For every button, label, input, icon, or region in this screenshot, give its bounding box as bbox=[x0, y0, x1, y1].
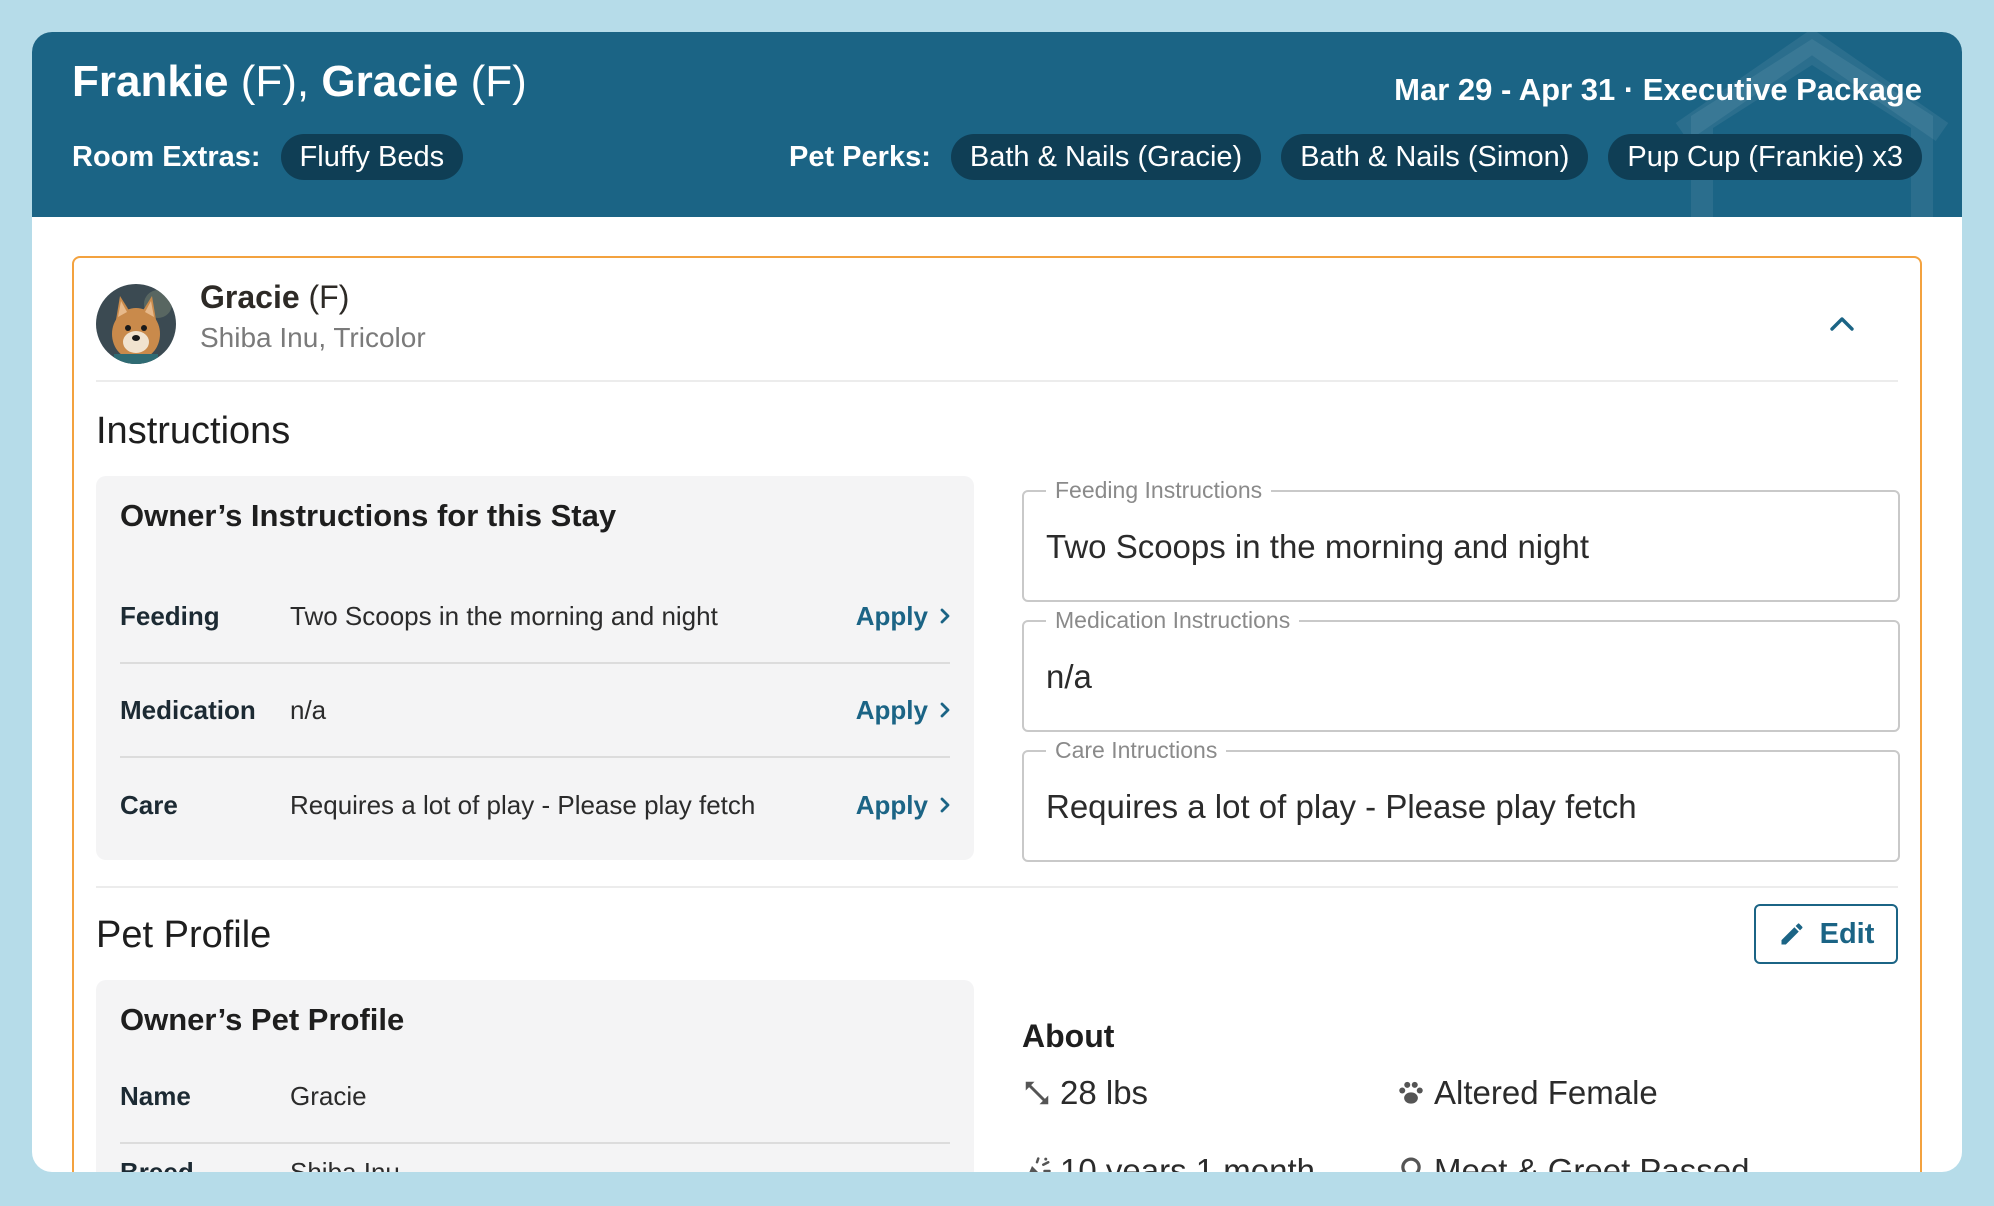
paw-icon bbox=[1399, 1081, 1423, 1104]
pet-profile-title: Pet Profile bbox=[96, 914, 272, 956]
instruction-row-medication: Medication n/a Apply bbox=[120, 664, 950, 758]
room-extras: Room Extras: Fluffy Beds bbox=[72, 134, 464, 180]
pet-card: Gracie (F) Shiba Inu, Tricolor Instructi… bbox=[72, 256, 1922, 1172]
chevron-right-icon bbox=[940, 702, 950, 718]
pet-card-header[interactable]: Gracie (F) Shiba Inu, Tricolor bbox=[96, 279, 1898, 382]
room-extras-label: Room Extras: bbox=[72, 140, 261, 173]
pet-breed: Shiba Inu, Tricolor bbox=[200, 322, 426, 353]
instruction-key: Feeding bbox=[120, 600, 220, 631]
age-value: 10 years 1 month bbox=[1060, 1152, 1315, 1172]
care-instructions-field[interactable]: Care Intructions Requires a lot of play … bbox=[1022, 737, 1900, 862]
pet-perk-chip: Pup Cup (Frankie) x3 bbox=[1608, 134, 1922, 180]
about-meet-greet: Meet & Greet Passed bbox=[1396, 1152, 1749, 1172]
meet-greet-value: Meet & Greet Passed bbox=[1434, 1152, 1750, 1172]
apply-feeding-button[interactable]: Apply bbox=[856, 601, 950, 632]
reservation-window: Frankie (F), Gracie (F) Mar 29 - Apr 31 … bbox=[32, 32, 1962, 1172]
pet-name: Gracie (F) bbox=[200, 279, 350, 315]
instruction-key: Medication bbox=[120, 694, 256, 725]
instruction-row-care: Care Requires a lot of play - Please pla… bbox=[120, 758, 950, 852]
instruction-value: Requires a lot of play - Please play fet… bbox=[290, 789, 756, 820]
field-value: Two Scoops in the morning and night bbox=[1046, 528, 1590, 565]
about-weight: 28 lbs bbox=[1022, 1074, 1148, 1112]
reservation-pets-title: Frankie (F), Gracie (F) bbox=[72, 57, 527, 107]
award-ribbon-icon bbox=[1401, 1157, 1421, 1172]
instructions-title: Instructions bbox=[96, 410, 291, 452]
feeding-instructions-field[interactable]: Feeding Instructions Two Scoops in the m… bbox=[1022, 477, 1900, 602]
profile-value: Gracie bbox=[290, 1080, 367, 1111]
instruction-value: Two Scoops in the morning and night bbox=[290, 600, 718, 631]
pet-perk-chip: Bath & Nails (Gracie) bbox=[950, 134, 1262, 180]
owner-instructions-panel: Owner’s Instructions for this Stay Feedi… bbox=[96, 476, 974, 860]
field-label: Care Intructions bbox=[1046, 737, 1227, 764]
chevron-up-icon bbox=[1830, 317, 1854, 331]
owner-instructions-title: Owner’s Instructions for this Stay bbox=[120, 498, 617, 533]
about-title: About bbox=[1022, 1018, 1115, 1054]
pet1-name: Frankie bbox=[72, 57, 229, 106]
edit-profile-button[interactable]: Edit bbox=[1754, 904, 1898, 964]
field-label: Medication Instructions bbox=[1046, 607, 1300, 634]
edit-label: Edit bbox=[1819, 917, 1875, 950]
sex-value: Altered Female bbox=[1434, 1074, 1658, 1111]
medication-instructions-field[interactable]: Medication Instructions n/a bbox=[1022, 607, 1900, 732]
room-extra-chip: Fluffy Beds bbox=[280, 134, 464, 180]
reservation-header: Frankie (F), Gracie (F) Mar 29 - Apr 31 … bbox=[32, 32, 1962, 217]
pet2-name: Gracie bbox=[321, 57, 459, 106]
stay-dates-package: Mar 29 - Apr 31 · Executive Package bbox=[1394, 72, 1922, 107]
collapse-button[interactable] bbox=[1820, 302, 1864, 346]
about-sex: Altered Female bbox=[1396, 1074, 1658, 1112]
instruction-value: n/a bbox=[290, 694, 327, 725]
apply-care-button[interactable]: Apply bbox=[856, 790, 950, 821]
field-value: n/a bbox=[1046, 658, 1092, 695]
field-value: Requires a lot of play - Please play fet… bbox=[1046, 788, 1637, 825]
chevron-right-icon bbox=[940, 797, 950, 813]
pencil-icon bbox=[1781, 923, 1803, 945]
house-watermark-icon bbox=[1675, 32, 1949, 217]
about-age: 10 years 1 month bbox=[1022, 1152, 1315, 1172]
pet-perks-label: Pet Perks: bbox=[789, 140, 931, 173]
profile-row-breed: Breed Shiba Inu bbox=[120, 1125, 950, 1173]
profile-value: Shiba Inu bbox=[290, 1156, 400, 1173]
field-label: Feeding Instructions bbox=[1046, 477, 1272, 504]
dog-photo-icon bbox=[96, 284, 176, 364]
owner-pet-profile-panel: Owner’s Pet Profile Name Gracie Breed Sh… bbox=[96, 980, 974, 1172]
party-popper-icon bbox=[1029, 1157, 1051, 1172]
section-divider bbox=[96, 886, 1898, 888]
profile-key: Breed bbox=[120, 1156, 194, 1173]
chevron-right-icon bbox=[940, 608, 950, 624]
profile-key: Name bbox=[120, 1080, 191, 1111]
pet1-sex: (F), bbox=[228, 57, 322, 106]
pet-perk-chip: Bath & Nails (Simon) bbox=[1281, 134, 1589, 180]
instruction-key: Care bbox=[120, 789, 178, 820]
owner-pet-profile-title: Owner’s Pet Profile bbox=[120, 1002, 405, 1037]
avatar bbox=[96, 284, 176, 364]
weight-value: 28 lbs bbox=[1060, 1074, 1149, 1111]
apply-medication-button[interactable]: Apply bbox=[856, 695, 950, 726]
resize-arrows-icon bbox=[1025, 1081, 1049, 1105]
pet-perks: Pet Perks: Bath & Nails (Gracie) Bath & … bbox=[789, 134, 1922, 180]
instruction-row-feeding: Feeding Two Scoops in the morning and ni… bbox=[120, 570, 950, 664]
pet2-sex: (F) bbox=[458, 57, 527, 106]
